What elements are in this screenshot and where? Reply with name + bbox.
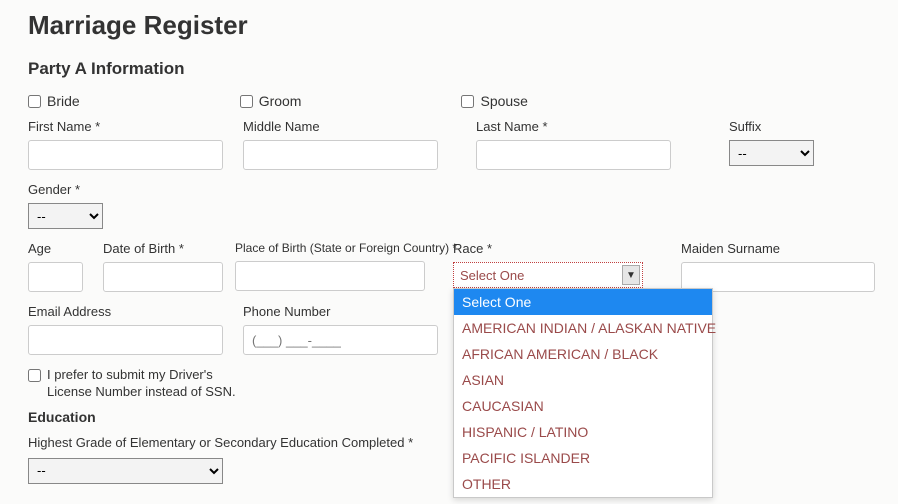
education-caption: Highest Grade of Elementary or Secondary… — [28, 435, 870, 450]
section-title: Party A Information — [28, 59, 870, 79]
party-type-row: Bride Groom Spouse — [28, 93, 870, 109]
race-label: Race * — [453, 241, 643, 256]
race-option[interactable]: AMERICAN INDIAN / ALASKAN NATIVE — [454, 315, 712, 341]
groom-label: Groom — [259, 93, 302, 109]
age-label: Age — [28, 241, 83, 256]
race-option[interactable]: ASIAN — [454, 367, 712, 393]
middle-name-label: Middle Name — [243, 119, 438, 134]
chevron-down-icon[interactable]: ▼ — [622, 265, 640, 285]
bride-checkbox[interactable] — [28, 95, 41, 108]
race-option[interactable]: Select One — [454, 289, 712, 315]
dob-input[interactable] — [103, 262, 223, 292]
page-title: Marriage Register — [28, 10, 870, 41]
dl-preference-checkbox[interactable] — [28, 369, 41, 382]
race-option[interactable]: HISPANIC / LATINO — [454, 419, 712, 445]
gender-label: Gender * — [28, 182, 103, 197]
race-selected-value: Select One — [460, 268, 524, 283]
bride-checkbox-group: Bride — [28, 93, 80, 109]
education-section-label: Education — [28, 409, 870, 425]
education-select[interactable]: -- — [28, 458, 223, 484]
race-dropdown: Select One AMERICAN INDIAN / ALASKAN NAT… — [453, 288, 713, 498]
groom-checkbox[interactable] — [240, 95, 253, 108]
race-display[interactable]: Select One ▼ — [453, 262, 643, 288]
email-input[interactable] — [28, 325, 223, 355]
age-input[interactable] — [28, 262, 83, 292]
groom-checkbox-group: Groom — [240, 93, 302, 109]
dl-preference-label: I prefer to submit my Driver's License N… — [47, 367, 236, 401]
middle-name-input[interactable] — [243, 140, 438, 170]
race-option[interactable]: CAUCASIAN — [454, 393, 712, 419]
dl-preference-row: I prefer to submit my Driver's License N… — [28, 367, 870, 401]
email-label: Email Address — [28, 304, 223, 319]
phone-label: Phone Number — [243, 304, 438, 319]
gender-select[interactable]: -- — [28, 203, 103, 229]
suffix-select[interactable]: -- — [729, 140, 814, 166]
spouse-checkbox-group: Spouse — [461, 93, 527, 109]
first-name-label: First Name * — [28, 119, 223, 134]
phone-input[interactable] — [243, 325, 438, 355]
maiden-label: Maiden Surname — [681, 241, 875, 256]
spouse-label: Spouse — [480, 93, 527, 109]
bride-label: Bride — [47, 93, 80, 109]
spouse-checkbox[interactable] — [461, 95, 474, 108]
first-name-input[interactable] — [28, 140, 223, 170]
suffix-label: Suffix — [729, 119, 814, 134]
race-combobox[interactable]: Select One ▼ Select One AMERICAN INDIAN … — [453, 262, 643, 288]
race-option[interactable]: PACIFIC ISLANDER — [454, 445, 712, 471]
last-name-input[interactable] — [476, 140, 671, 170]
race-option[interactable]: AFRICAN AMERICAN / BLACK — [454, 341, 712, 367]
last-name-label: Last Name * — [476, 119, 671, 134]
race-option[interactable]: OTHER — [454, 471, 712, 497]
pob-label: Place of Birth (State or Foreign Country… — [235, 241, 445, 255]
pob-input[interactable] — [235, 261, 425, 291]
dob-label: Date of Birth * — [103, 241, 223, 256]
